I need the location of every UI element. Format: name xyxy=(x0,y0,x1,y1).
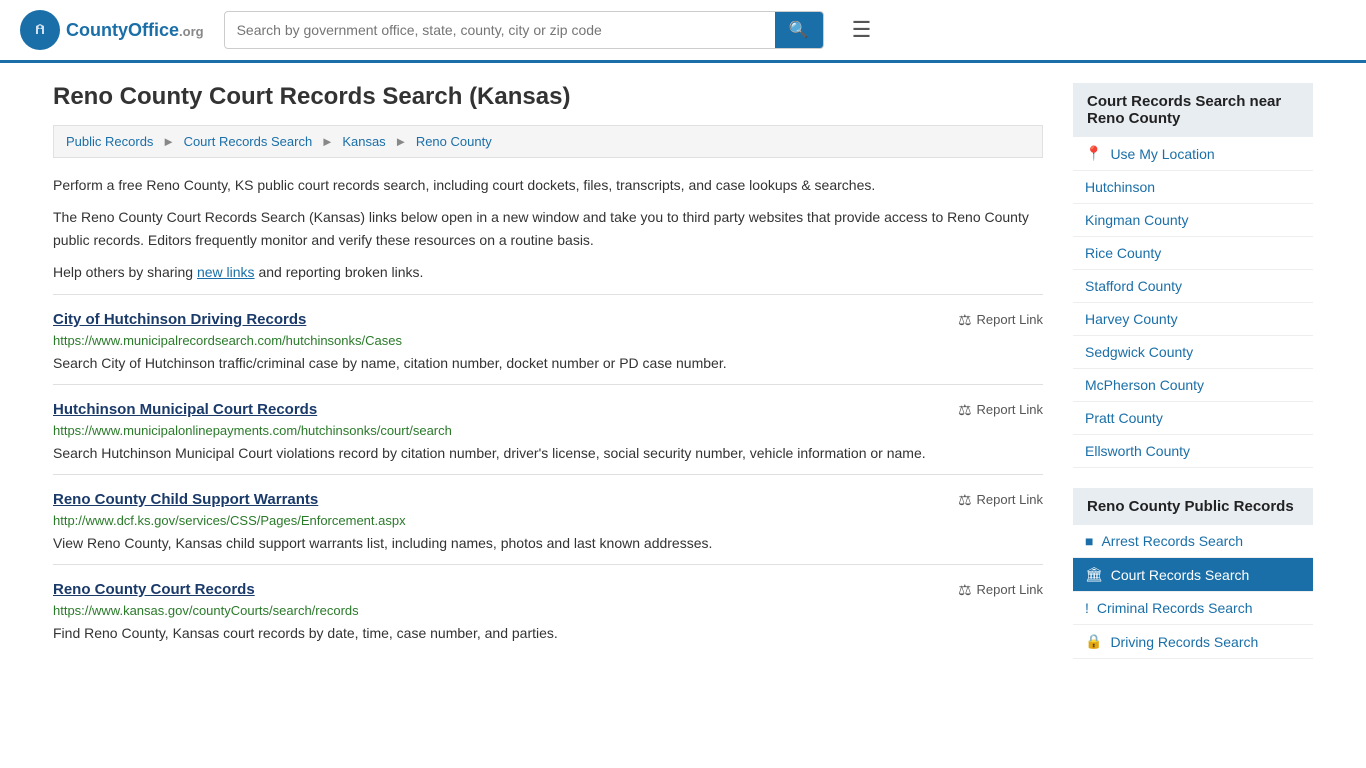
public-records-title: Reno County Public Records xyxy=(1073,488,1313,525)
page-title: Reno County Court Records Search (Kansas… xyxy=(53,83,1043,111)
sidebar: Court Records Search near Reno County 📍U… xyxy=(1073,83,1313,679)
breadcrumb-reno-county[interactable]: Reno County xyxy=(416,134,492,149)
page-description: Perform a free Reno County, KS public co… xyxy=(53,174,1043,284)
nearby-list-item: Pratt County xyxy=(1073,402,1313,435)
nearby-section-title: Court Records Search near Reno County xyxy=(1073,83,1313,137)
nearby-county-link[interactable]: Stafford County xyxy=(1073,270,1313,302)
record-title[interactable]: Hutchinson Municipal Court Records xyxy=(53,401,317,418)
search-input[interactable] xyxy=(225,14,775,46)
report-link-label: Report Link xyxy=(977,582,1043,597)
record-title-row: Hutchinson Municipal Court Records ⚖ Rep… xyxy=(53,401,1043,419)
record-description: Search Hutchinson Municipal Court violat… xyxy=(53,443,1043,464)
nearby-county-link[interactable]: Kingman County xyxy=(1073,204,1313,236)
nearby-county-link[interactable]: Hutchinson xyxy=(1073,171,1313,203)
nearby-county-link[interactable]: McPherson County xyxy=(1073,369,1313,401)
arrest-icon: ■ xyxy=(1085,533,1093,549)
public-records-list-item: ■ Arrest Records Search xyxy=(1073,525,1313,558)
search-bar: 🔍 xyxy=(224,11,824,49)
public-records-list-item: 🔒 Driving Records Search xyxy=(1073,625,1313,659)
record-title[interactable]: City of Hutchinson Driving Records xyxy=(53,311,306,328)
report-icon: ⚖ xyxy=(958,581,971,599)
nearby-list-item: 📍Use My Location xyxy=(1073,137,1313,171)
site-header: CountyOffice.org 🔍 ☰ xyxy=(0,0,1366,63)
nearby-list-item: Kingman County xyxy=(1073,204,1313,237)
report-link-button[interactable]: ⚖ Report Link xyxy=(958,311,1043,329)
record-description: Find Reno County, Kansas court records b… xyxy=(53,623,1043,644)
nearby-county-link[interactable]: Ellsworth County xyxy=(1073,435,1313,467)
public-records-section: Reno County Public Records ■ Arrest Reco… xyxy=(1073,488,1313,659)
public-record-label: Court Records Search xyxy=(1111,567,1250,583)
menu-button[interactable]: ☰ xyxy=(844,13,880,47)
report-link-label: Report Link xyxy=(977,402,1043,417)
record-title[interactable]: Reno County Court Records xyxy=(53,581,255,598)
logo-icon xyxy=(20,10,60,50)
record-title-row: Reno County Child Support Warrants ⚖ Rep… xyxy=(53,491,1043,509)
site-logo[interactable]: CountyOffice.org xyxy=(20,10,204,50)
public-records-list: ■ Arrest Records Search 🏛 Court Records … xyxy=(1073,525,1313,659)
record-item: Reno County Child Support Warrants ⚖ Rep… xyxy=(53,474,1043,564)
breadcrumb-kansas[interactable]: Kansas xyxy=(342,134,385,149)
report-link-label: Report Link xyxy=(977,312,1043,327)
report-link-label: Report Link xyxy=(977,492,1043,507)
report-link-button[interactable]: ⚖ Report Link xyxy=(958,401,1043,419)
court-icon: 🏛 xyxy=(1085,566,1103,583)
search-button[interactable]: 🔍 xyxy=(775,12,823,48)
breadcrumb-court-records[interactable]: Court Records Search xyxy=(184,134,313,149)
public-record-label: Criminal Records Search xyxy=(1097,600,1253,616)
description-3: Help others by sharing new links and rep… xyxy=(53,261,1043,283)
nearby-list-item: Rice County xyxy=(1073,237,1313,270)
nearby-list-item: Ellsworth County xyxy=(1073,435,1313,468)
public-record-label: Arrest Records Search xyxy=(1101,533,1243,549)
criminal-icon: ! xyxy=(1085,600,1089,616)
report-icon: ⚖ xyxy=(958,491,971,509)
location-icon: 📍 xyxy=(1085,145,1102,162)
description-1: Perform a free Reno County, KS public co… xyxy=(53,174,1043,196)
record-url[interactable]: https://www.municipalrecordsearch.com/hu… xyxy=(53,333,1043,348)
report-icon: ⚖ xyxy=(958,401,971,419)
public-records-list-item: 🏛 Court Records Search xyxy=(1073,558,1313,592)
record-description: View Reno County, Kansas child support w… xyxy=(53,533,1043,554)
nearby-list-item: Hutchinson xyxy=(1073,171,1313,204)
record-title-row: City of Hutchinson Driving Records ⚖ Rep… xyxy=(53,311,1043,329)
public-records-list-item: ! Criminal Records Search xyxy=(1073,592,1313,625)
records-list: City of Hutchinson Driving Records ⚖ Rep… xyxy=(53,294,1043,654)
nearby-list-item: Sedgwick County xyxy=(1073,336,1313,369)
record-description: Search City of Hutchinson traffic/crimin… xyxy=(53,353,1043,374)
new-links-link[interactable]: new links xyxy=(197,264,255,280)
content-area: Reno County Court Records Search (Kansas… xyxy=(53,83,1043,679)
report-link-button[interactable]: ⚖ Report Link xyxy=(958,491,1043,509)
nearby-county-link[interactable]: Harvey County xyxy=(1073,303,1313,335)
record-url[interactable]: https://www.kansas.gov/countyCourts/sear… xyxy=(53,603,1043,618)
nearby-section: Court Records Search near Reno County 📍U… xyxy=(1073,83,1313,468)
driving-icon: 🔒 xyxy=(1085,633,1102,650)
breadcrumb-public-records[interactable]: Public Records xyxy=(66,134,153,149)
record-title-row: Reno County Court Records ⚖ Report Link xyxy=(53,581,1043,599)
nearby-list-item: Harvey County xyxy=(1073,303,1313,336)
record-title[interactable]: Reno County Child Support Warrants xyxy=(53,491,318,508)
nearby-county-link[interactable]: Pratt County xyxy=(1073,402,1313,434)
record-item: City of Hutchinson Driving Records ⚖ Rep… xyxy=(53,294,1043,384)
public-record-link[interactable]: ■ Arrest Records Search xyxy=(1073,525,1313,557)
nearby-list-item: Stafford County xyxy=(1073,270,1313,303)
public-record-link[interactable]: ! Criminal Records Search xyxy=(1073,592,1313,624)
nearby-county-link[interactable]: Sedgwick County xyxy=(1073,336,1313,368)
breadcrumb: Public Records ► Court Records Search ► … xyxy=(53,125,1043,158)
public-record-label: Driving Records Search xyxy=(1110,634,1258,650)
description-2: The Reno County Court Records Search (Ka… xyxy=(53,206,1043,251)
nearby-county-link[interactable]: Rice County xyxy=(1073,237,1313,269)
record-url[interactable]: https://www.municipalonlinepayments.com/… xyxy=(53,423,1043,438)
report-link-button[interactable]: ⚖ Report Link xyxy=(958,581,1043,599)
main-layout: Reno County Court Records Search (Kansas… xyxy=(33,63,1333,679)
public-record-link[interactable]: 🏛 Court Records Search xyxy=(1073,558,1313,591)
report-icon: ⚖ xyxy=(958,311,971,329)
use-location-link[interactable]: 📍Use My Location xyxy=(1073,137,1313,170)
record-item: Reno County Court Records ⚖ Report Link … xyxy=(53,564,1043,654)
nearby-list: 📍Use My LocationHutchinsonKingman County… xyxy=(1073,137,1313,468)
public-record-link[interactable]: 🔒 Driving Records Search xyxy=(1073,625,1313,658)
record-url[interactable]: http://www.dcf.ks.gov/services/CSS/Pages… xyxy=(53,513,1043,528)
record-item: Hutchinson Municipal Court Records ⚖ Rep… xyxy=(53,384,1043,474)
nearby-list-item: McPherson County xyxy=(1073,369,1313,402)
